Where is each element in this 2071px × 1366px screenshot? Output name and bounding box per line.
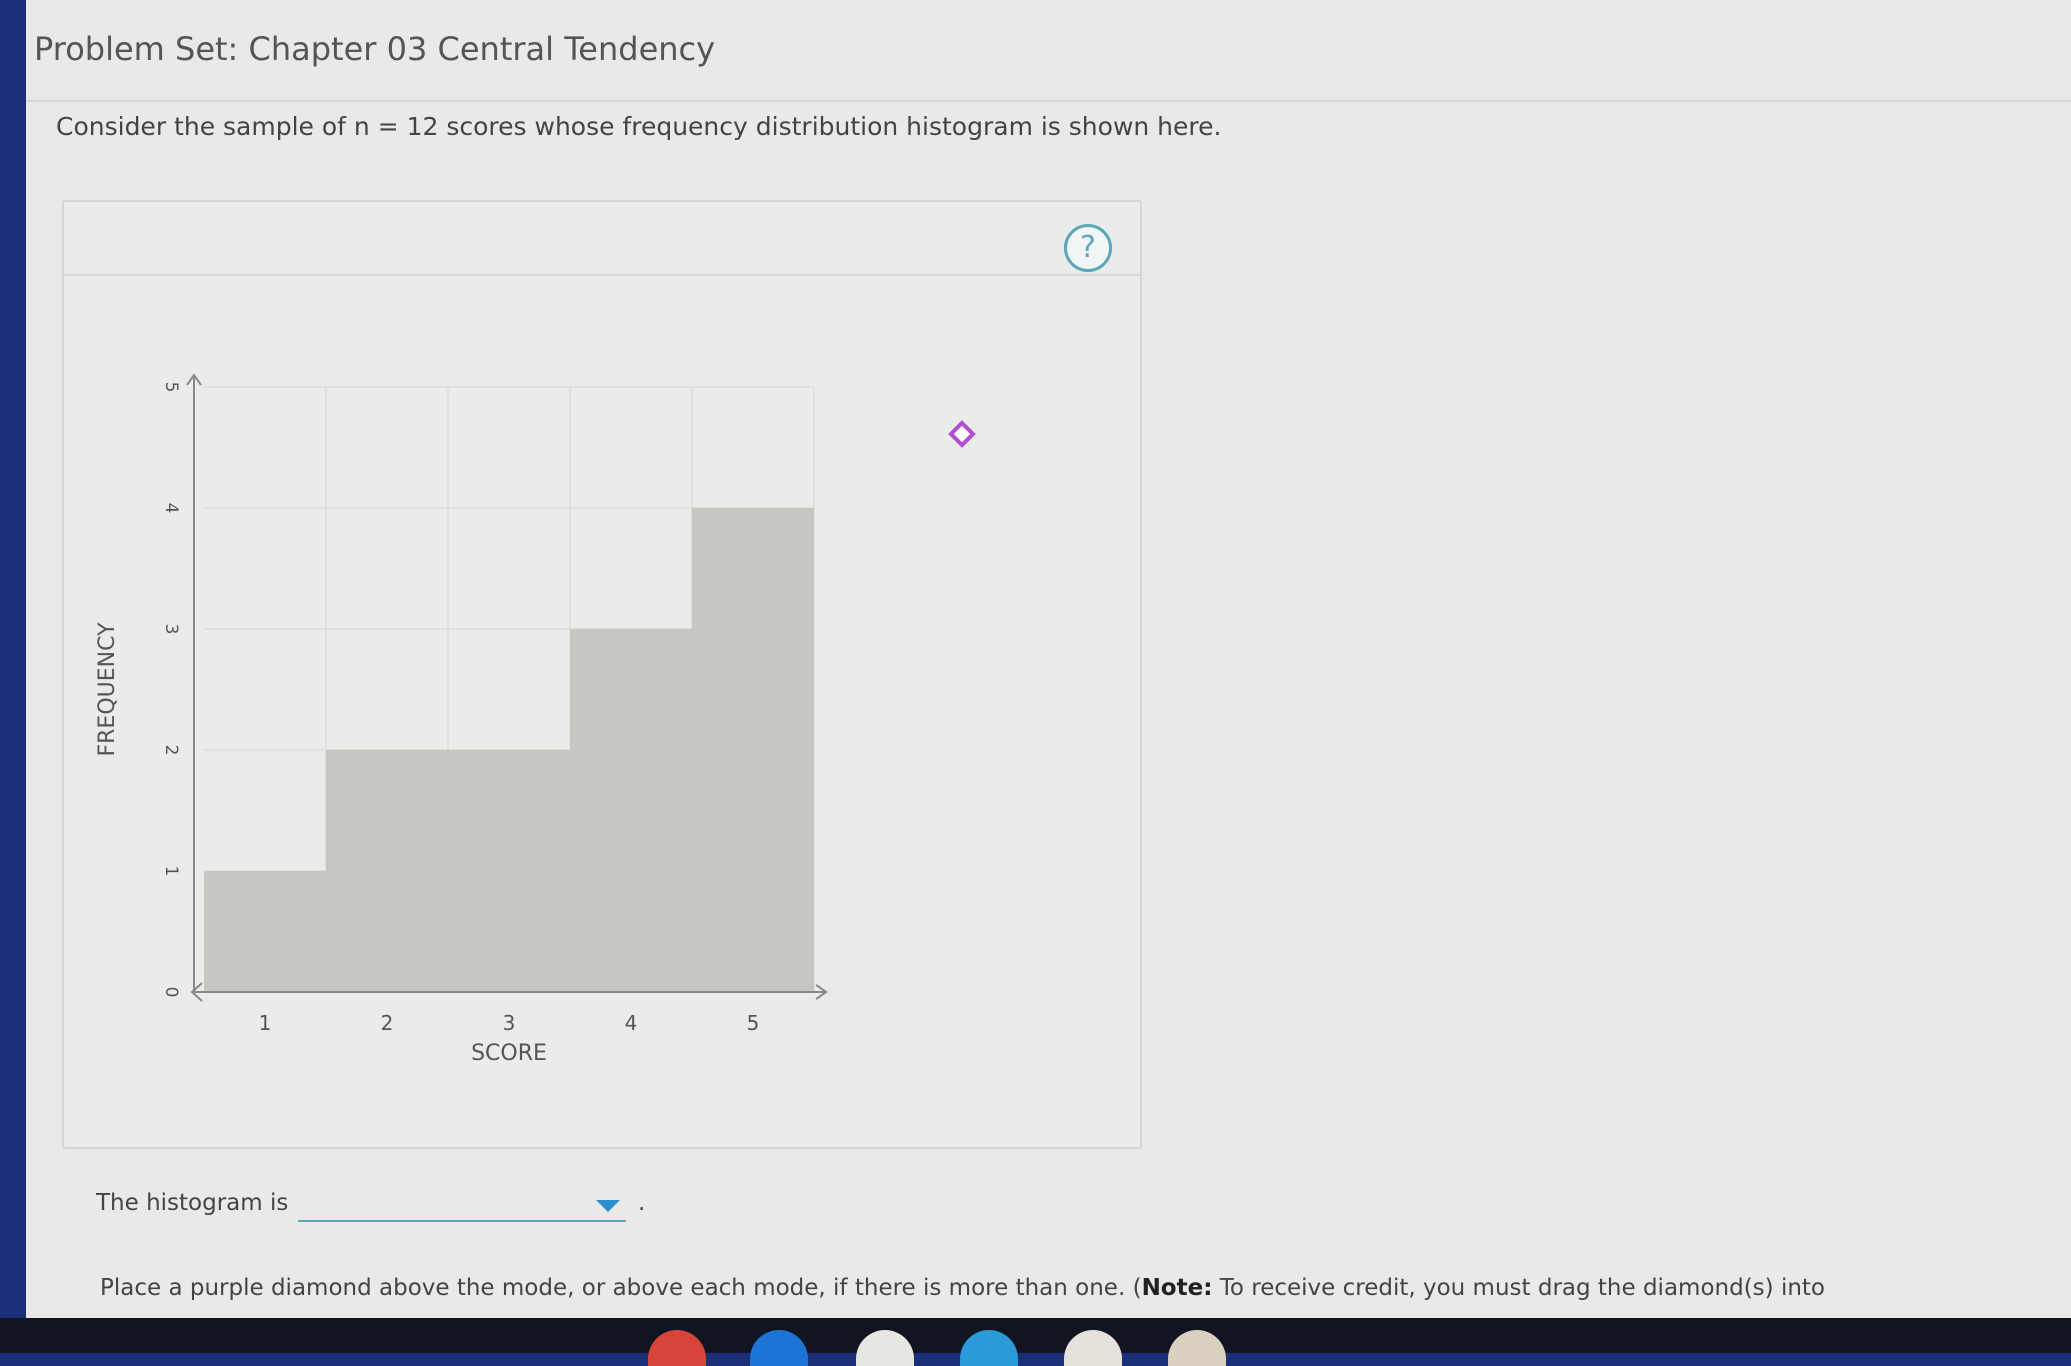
x-tick-label: 2	[381, 1011, 394, 1035]
histogram-chart[interactable]: 1 2 3 4 5 0 1 2 3 4 5 SCORE FREQUENCY	[64, 202, 1140, 1147]
title-divider	[26, 100, 2071, 102]
y-tick-label: 3	[161, 624, 181, 635]
y-tick-label: 4	[161, 503, 181, 514]
y-tick-label: 0	[161, 987, 181, 998]
histogram-bar	[570, 629, 692, 992]
instructions-text: Place a purple diamond above the mode, o…	[100, 1275, 1825, 1301]
graph-panel: ? 1 2 3 4 5 0 1 2 3 4 5 SCORE FREQUENCY	[62, 200, 1142, 1149]
chevron-down-icon[interactable]	[596, 1200, 620, 1212]
histogram-bar	[692, 508, 814, 992]
histogram-bar	[204, 871, 326, 992]
answer-period: .	[638, 1190, 646, 1216]
x-tick-label: 1	[259, 1011, 272, 1035]
x-tick-label: 3	[503, 1011, 516, 1035]
x-tick-label: 4	[625, 1011, 638, 1035]
y-tick-label: 2	[161, 745, 181, 756]
taskbar	[0, 1318, 2071, 1353]
histogram-shape-dropdown[interactable]	[298, 1192, 626, 1222]
histogram-bar	[326, 750, 448, 992]
mode-diamond-tool	[948, 420, 976, 448]
note-label: Note:	[1141, 1275, 1213, 1301]
x-axis-title: SCORE	[471, 1041, 547, 1066]
question-text: Consider the sample of n = 12 scores who…	[56, 112, 1222, 141]
y-axis-title: FREQUENCY	[95, 622, 120, 757]
histogram-bar	[448, 750, 570, 992]
y-tick-label: 1	[161, 866, 181, 877]
page-title: Problem Set: Chapter 03 Central Tendency	[34, 30, 716, 68]
browser-page: Problem Set: Chapter 03 Central Tendency…	[26, 0, 2071, 1318]
y-tick-label: 5	[161, 382, 181, 393]
x-tick-label: 5	[747, 1011, 760, 1035]
purple-diamond-icon[interactable]	[948, 420, 976, 448]
answer-label: The histogram is	[96, 1190, 289, 1216]
